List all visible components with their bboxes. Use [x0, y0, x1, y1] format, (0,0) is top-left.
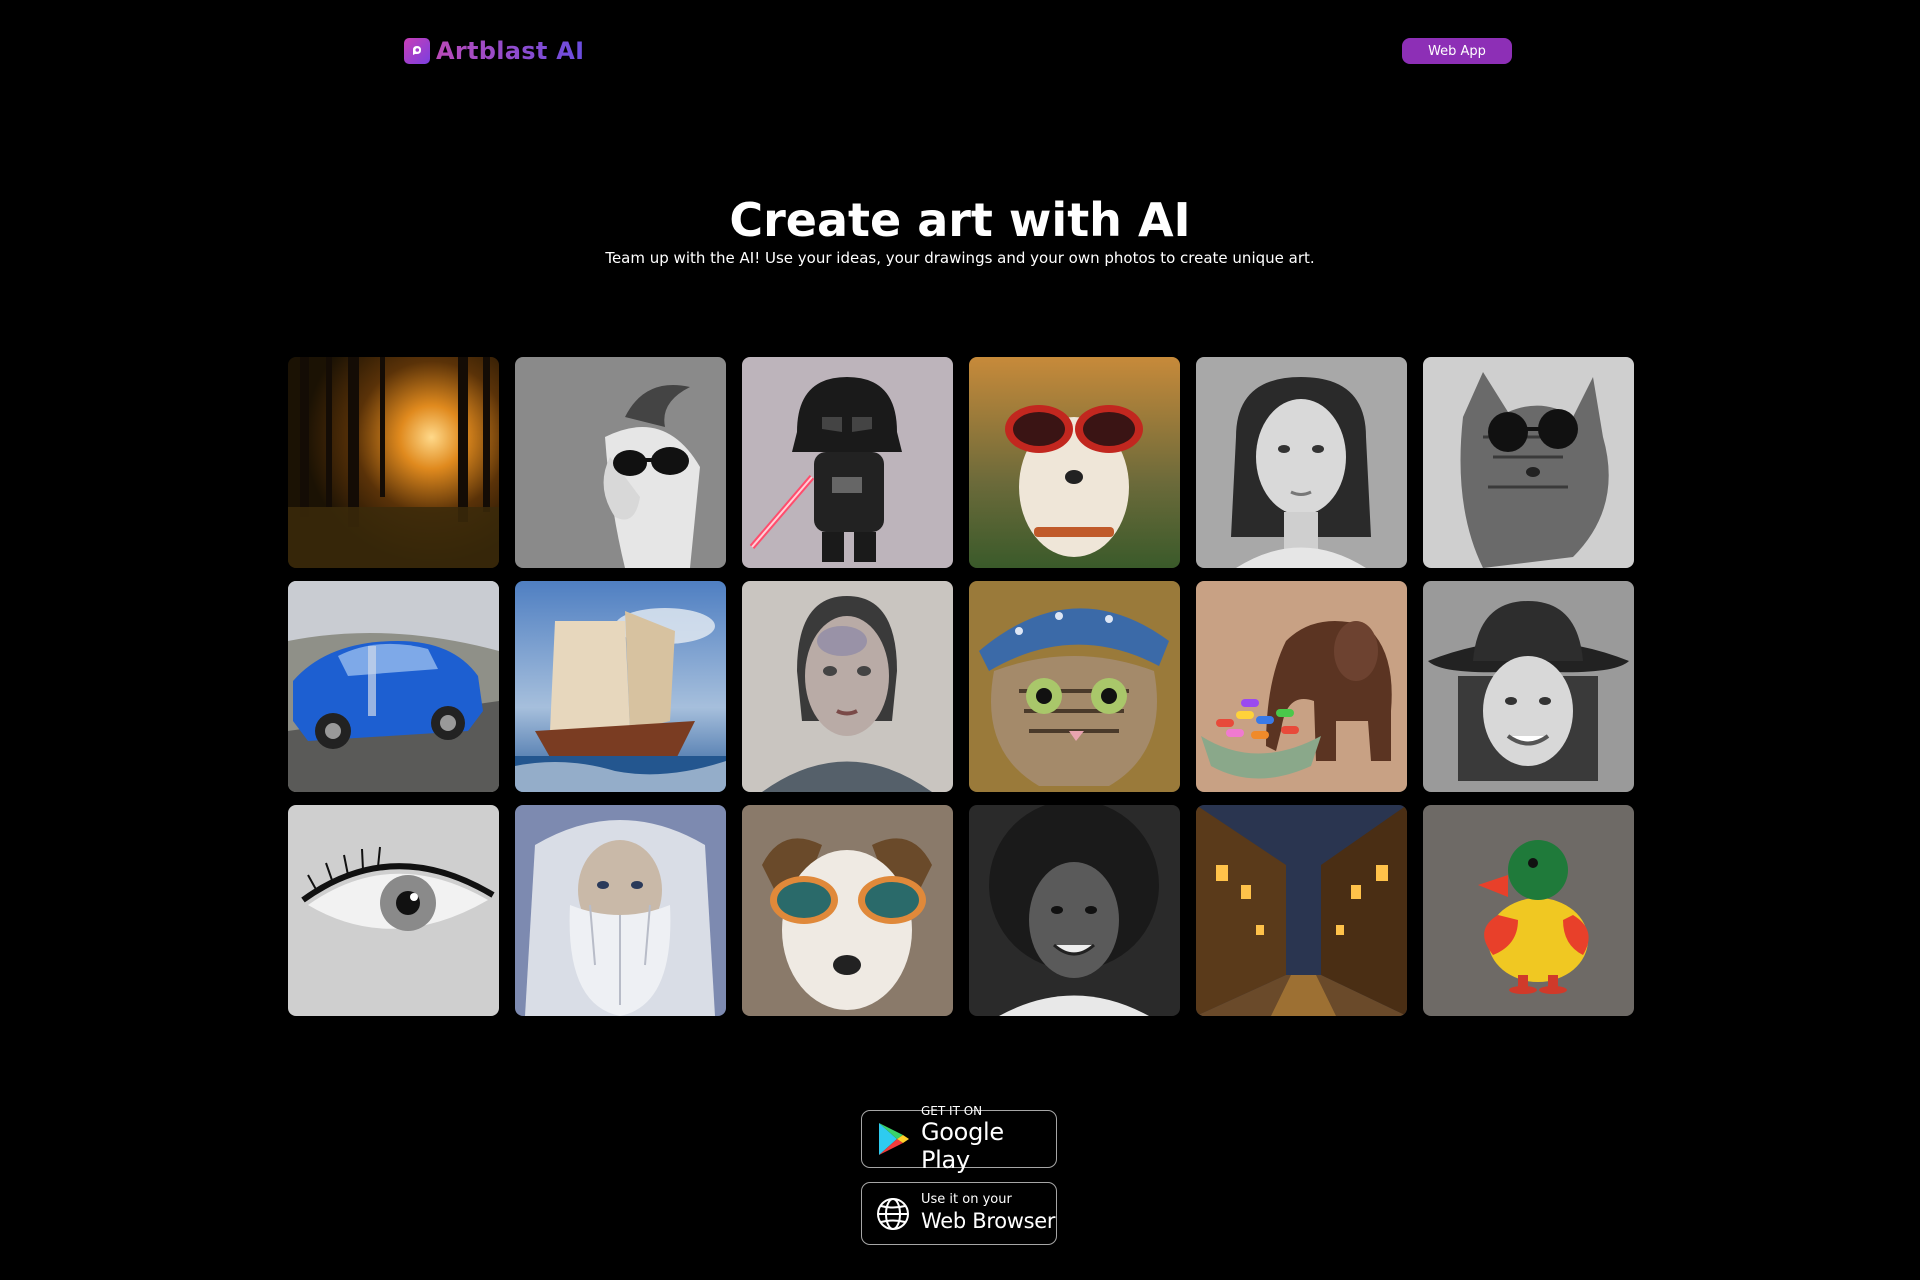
- gallery-image-woman-portrait[interactable]: [1196, 357, 1407, 568]
- logo-text: Artblast AI: [436, 37, 585, 65]
- google-play-small-text: GET IT ON: [921, 1104, 983, 1118]
- gallery-image-goat-sunglasses[interactable]: [515, 357, 726, 568]
- web-browser-big-text: Web Browser: [921, 1208, 1056, 1233]
- artblast-logo[interactable]: Artblast AI: [404, 36, 584, 66]
- hero-subtitle: Team up with the AI! Use your ideas, you…: [605, 249, 1315, 267]
- gallery-image-painted-girl[interactable]: [742, 581, 953, 792]
- gallery-image-woman-afro[interactable]: [969, 805, 1180, 1016]
- google-play-badge[interactable]: GET IT ON Google Play: [861, 1104, 1057, 1174]
- web-app-button[interactable]: Web App: [1402, 38, 1512, 64]
- image-gallery: [288, 357, 1634, 1016]
- gallery-image-woman-hat[interactable]: [1423, 581, 1634, 792]
- globe-icon: [877, 1197, 909, 1230]
- gallery-image-dog-goggles[interactable]: [742, 805, 953, 1016]
- gallery-image-wooden-elephant[interactable]: [1196, 581, 1407, 792]
- gallery-image-darth-vader[interactable]: [742, 357, 953, 568]
- gallery-image-cat-blue-hat[interactable]: [969, 581, 1180, 792]
- web-browser-badge[interactable]: Use it on your Web Browser: [861, 1182, 1057, 1245]
- gallery-image-toy-duck[interactable]: [1423, 805, 1634, 1016]
- gallery-image-sailing-ship[interactable]: [515, 581, 726, 792]
- artblast-logo-icon: [404, 38, 430, 64]
- gallery-image-cat-sunglasses[interactable]: [1423, 357, 1634, 568]
- web-browser-small-text: Use it on your: [921, 1191, 1012, 1207]
- gallery-image-eye-closeup[interactable]: [288, 805, 499, 1016]
- google-play-big-text: Google Play: [921, 1118, 1004, 1174]
- gallery-image-sunset-forest[interactable]: [288, 357, 499, 568]
- hero-title: Create art with AI: [729, 193, 1191, 247]
- gallery-image-old-town-street[interactable]: [1196, 805, 1407, 1016]
- google-play-icon: [879, 1123, 909, 1155]
- site-header: Artblast AI Web App: [0, 0, 1920, 100]
- gallery-image-blue-car[interactable]: [288, 581, 499, 792]
- gallery-image-dog-red-sunglasses[interactable]: [969, 357, 1180, 568]
- gallery-image-old-wizard[interactable]: [515, 805, 726, 1016]
